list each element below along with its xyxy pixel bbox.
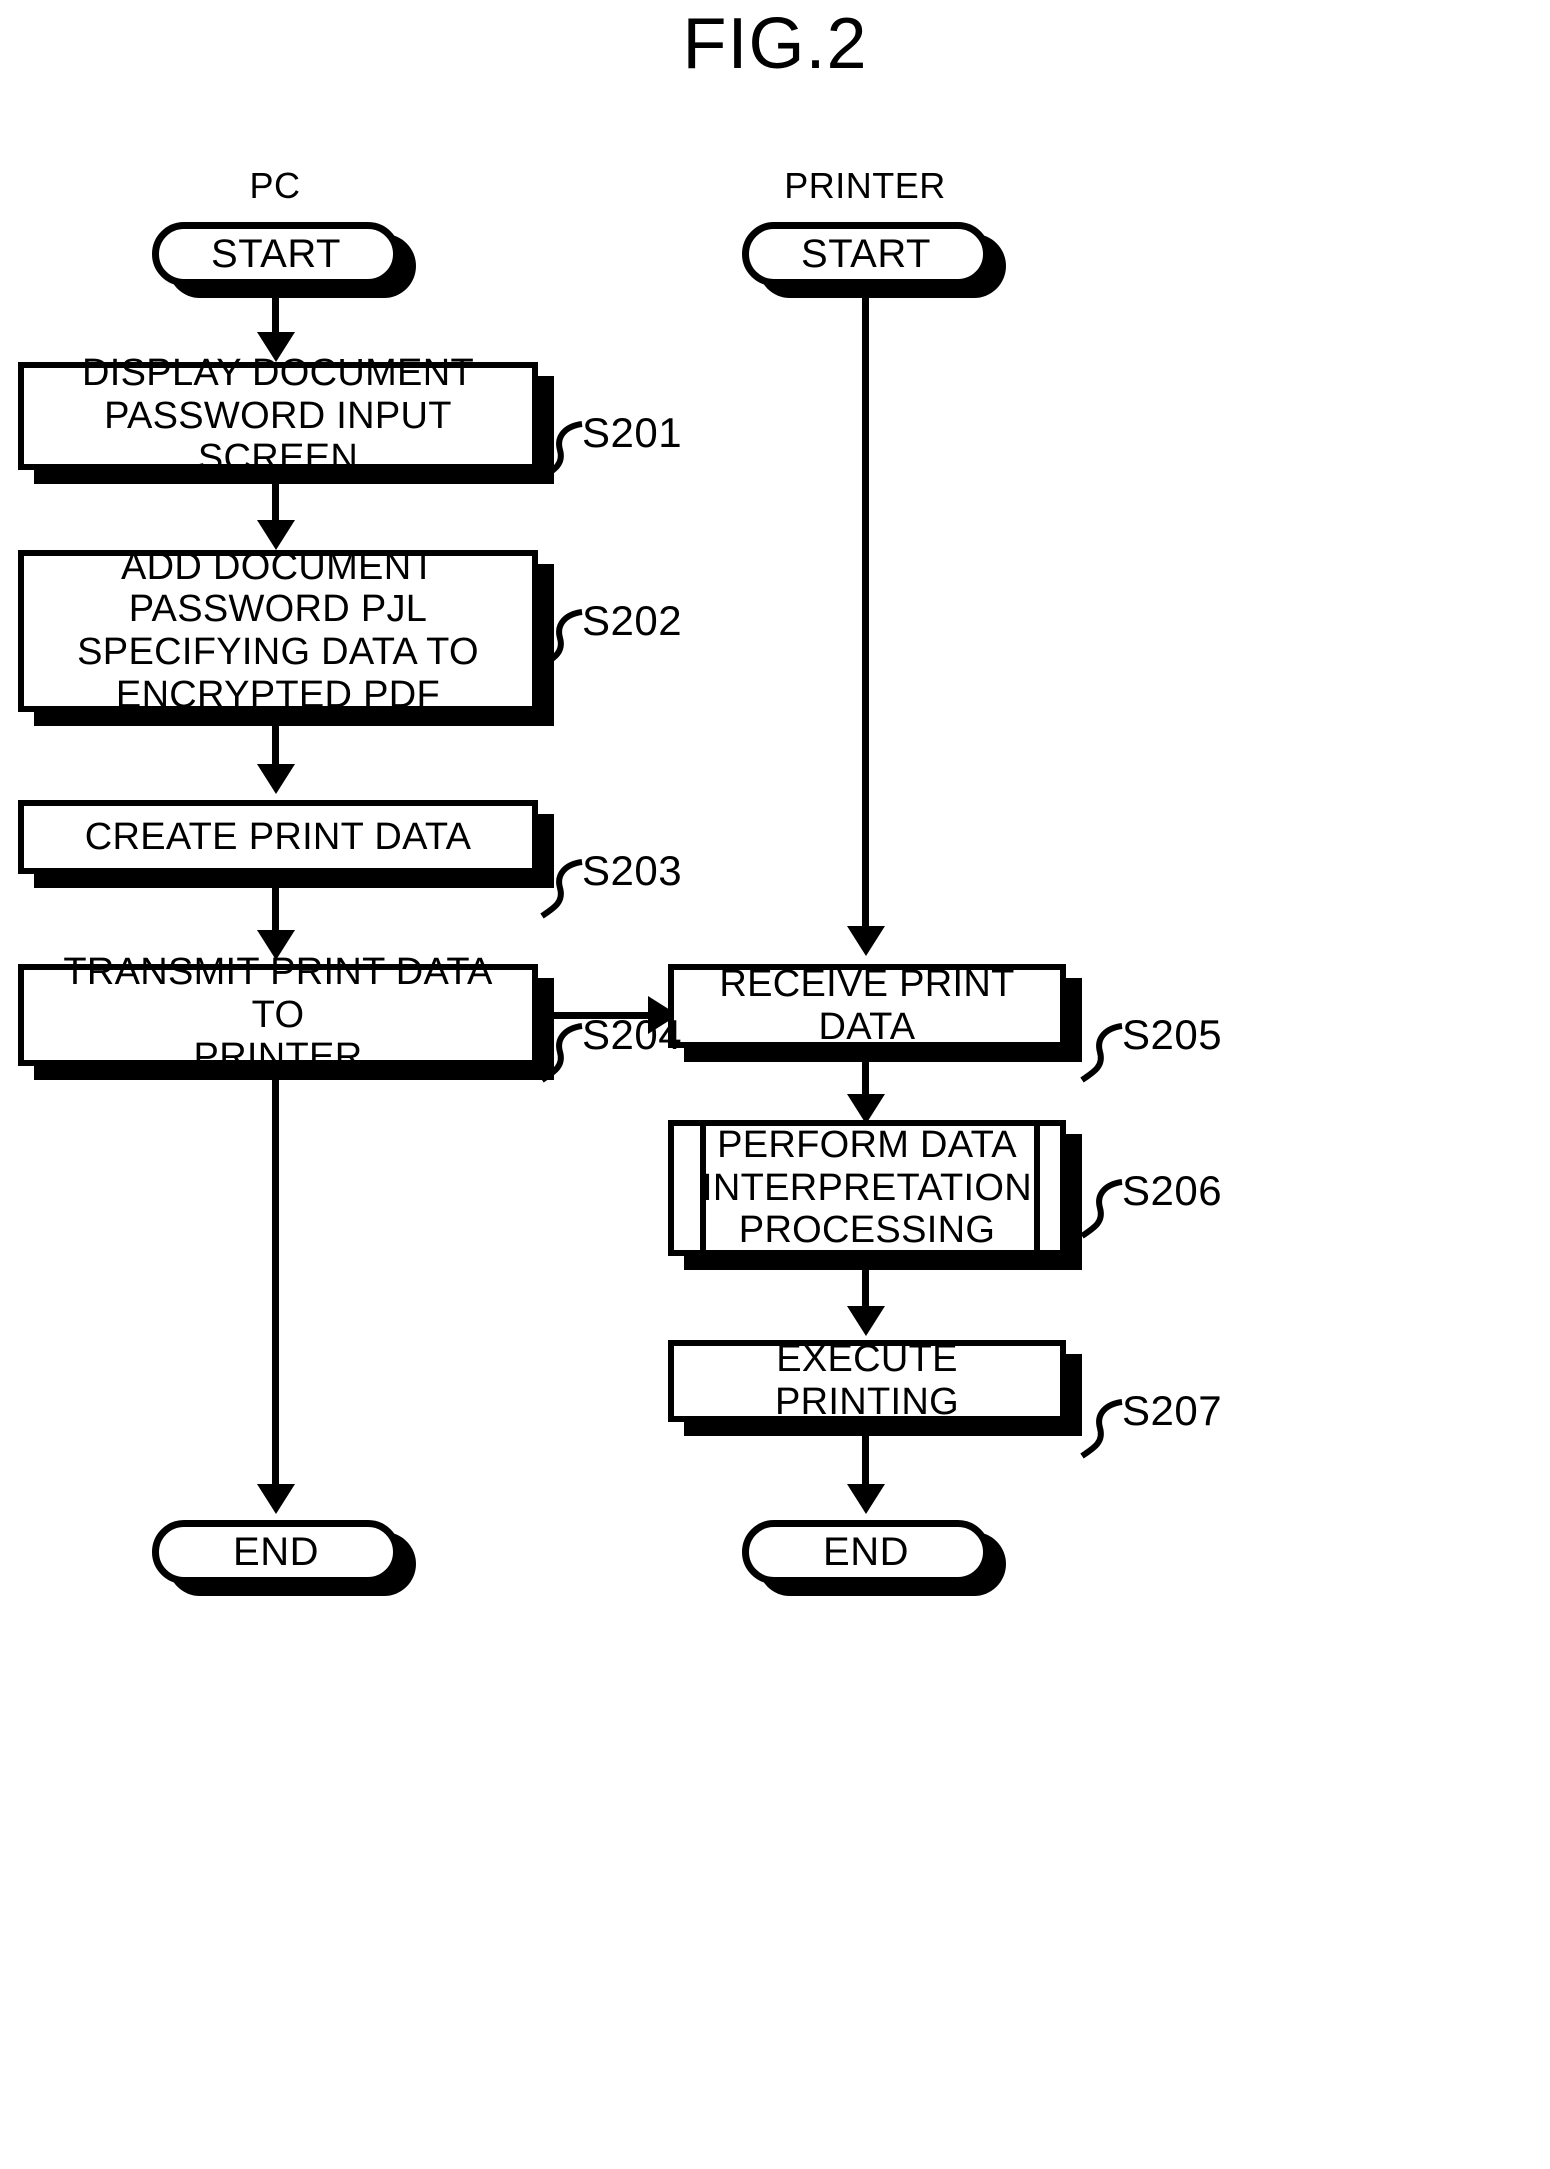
step-ref-s203: S203 [582,847,683,894]
step-ref-s205: S205 [1122,1011,1223,1058]
process-box-s204: TRANSMIT PRINT DATA TO PRINTER [18,951,538,1078]
step-ref-s204: S204 [582,1011,683,1058]
printer-start-terminator: START [742,222,990,286]
process-box-s202: ADD DOCUMENT PASSWORD PJL SPECIFYING DAT… [18,546,538,716]
s203-leader-squiggle [540,859,583,919]
s201-leader-squiggle [540,421,583,481]
s206-leader-squiggle [1080,1179,1123,1239]
lane-label-pc: PC [249,165,301,206]
pc-start-label: START [211,231,341,276]
lane-label-printer: PRINTER [784,165,946,206]
printer-arrowhead-s205 [847,926,885,956]
process-text-s207: EXECUTE PRINTING [775,1338,959,1423]
process-text-s201: DISPLAY DOCUMENT PASSWORD INPUT SCREEN [82,352,474,480]
printer-connector-start-to-s205 [862,286,869,936]
process-text-s204: TRANSMIT PRINT DATA TO PRINTER [63,951,493,1079]
process-text-s203: CREATE PRINT DATA [84,815,472,858]
step-ref-s206: S206 [1122,1167,1223,1214]
process-text-s202: ADD DOCUMENT PASSWORD PJL SPECIFYING DAT… [77,545,479,716]
step-ref-s207: S207 [1122,1387,1223,1434]
printer-start-label: START [801,231,931,276]
printer-arrowhead-s207 [847,1306,885,1336]
step-ref-s201: S201 [582,409,683,456]
pc-arrowhead-s203 [257,764,295,794]
s204-leader-squiggle [540,1023,583,1083]
step-ref-s202: S202 [582,597,683,644]
pc-arrowhead-end [257,1484,295,1514]
s202-leader-squiggle [540,609,583,669]
s206-predefined-bar-left [700,1126,706,1250]
process-box-s205: RECEIVE PRINT DATA [668,963,1066,1048]
process-box-s207: EXECUTE PRINTING [668,1338,1066,1423]
process-box-s203: CREATE PRINT DATA [18,800,538,874]
pc-connector-s204-to-end [272,1066,279,1496]
figure-canvas: FIG.2 PC PRINTER START S201 DISPLAY DOCU… [0,0,1550,2169]
process-box-s201: DISPLAY DOCUMENT PASSWORD INPUT SCREEN [18,352,538,479]
pc-end-terminator: END [152,1520,400,1584]
pc-start-terminator: START [152,222,400,286]
printer-arrowhead-end [847,1484,885,1514]
s205-leader-squiggle [1080,1023,1123,1083]
printer-end-terminator: END [742,1520,990,1584]
process-text-s206: PERFORM DATA INTERPRETATION PROCESSING [701,1124,1033,1252]
process-box-s206: PERFORM DATA INTERPRETATION PROCESSING [668,1120,1066,1256]
s207-leader-squiggle [1080,1399,1123,1459]
printer-end-label: END [823,1529,909,1574]
process-text-s205: RECEIVE PRINT DATA [719,963,1015,1048]
figure-title: FIG.2 [682,4,868,84]
s206-predefined-bar-right [1034,1126,1040,1250]
pc-end-label: END [233,1529,319,1574]
